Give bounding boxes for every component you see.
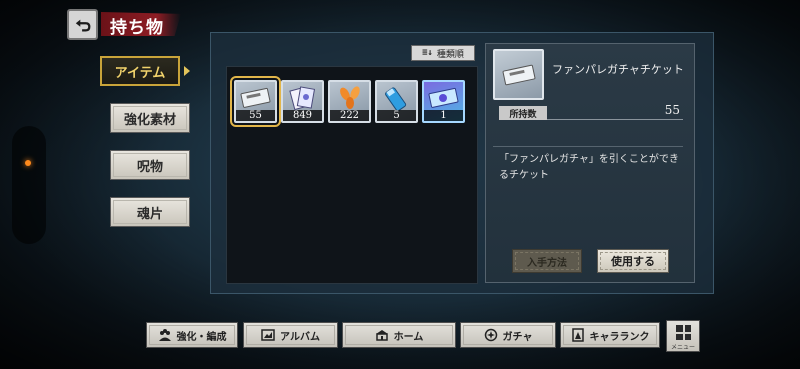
nav-label: キャラランク bbox=[589, 331, 650, 343]
item-count: 849 bbox=[283, 110, 322, 121]
nav-label: 強化・編成 bbox=[176, 331, 227, 343]
active-tab-arrow-icon bbox=[184, 66, 190, 76]
menu-button[interactable]: メニュー bbox=[666, 320, 700, 352]
nav-label: アルバム bbox=[280, 331, 320, 343]
back-button[interactable] bbox=[67, 9, 98, 40]
sort-label: 種類順 bbox=[436, 49, 464, 60]
ticket-icon bbox=[502, 64, 536, 86]
tab-soul-fragments[interactable]: 魂片 bbox=[110, 197, 190, 227]
detail-item-image bbox=[493, 49, 544, 100]
notification-dot bbox=[25, 160, 31, 166]
sort-button[interactable]: ≡↓ 種類順 bbox=[411, 45, 475, 61]
detail-item-name: ファンパレガチャチケット bbox=[552, 63, 684, 76]
item-slot[interactable]: 55 bbox=[230, 76, 281, 127]
owned-label: 所持数 bbox=[499, 106, 547, 120]
description-line: 「ファンパレガチャ」を引くことができ bbox=[499, 154, 679, 165]
item-count: 1 bbox=[424, 110, 463, 121]
side-handle[interactable] bbox=[12, 126, 46, 244]
potion-icon bbox=[385, 87, 407, 111]
nav-gacha[interactable]: ガチャ bbox=[460, 322, 556, 348]
nav-character-rank[interactable]: キャラランク bbox=[560, 322, 660, 348]
tab-cursed-objects[interactable]: 呪物 bbox=[110, 150, 190, 180]
back-arrow-icon bbox=[75, 19, 90, 32]
item-slot[interactable]: 849 bbox=[281, 80, 324, 123]
nav-label: ガチャ bbox=[502, 331, 533, 343]
obtain-method-button[interactable]: 入手方法 bbox=[512, 249, 582, 273]
album-icon bbox=[261, 328, 275, 342]
menu-label: メニュー bbox=[670, 344, 695, 351]
item-slot[interactable]: 5 bbox=[375, 80, 418, 123]
sort-icon: ≡↓ bbox=[422, 48, 433, 58]
item-slot[interactable]: 1 bbox=[422, 80, 465, 123]
team-icon bbox=[158, 328, 172, 342]
detail-divider bbox=[493, 146, 683, 147]
nav-album[interactable]: アルバム bbox=[243, 322, 338, 348]
item-slot[interactable]: 222 bbox=[328, 80, 371, 123]
use-button[interactable]: 使用する bbox=[597, 249, 669, 273]
nav-home[interactable]: ホーム bbox=[342, 322, 456, 348]
nav-label: ホーム bbox=[393, 331, 424, 343]
nav-enhance-formation[interactable]: 強化・編成 bbox=[146, 322, 238, 348]
item-count: 55 bbox=[236, 110, 275, 121]
menu-grid-icon bbox=[676, 325, 691, 340]
page-title: 持ち物 bbox=[110, 18, 164, 38]
owned-value: 55 bbox=[664, 103, 680, 117]
petals-icon bbox=[340, 86, 360, 109]
rare-ticket-icon bbox=[428, 87, 459, 108]
character-rank-icon bbox=[571, 328, 585, 342]
item-count: 222 bbox=[330, 110, 369, 121]
ticket-icon bbox=[240, 87, 271, 108]
tab-enhance-materials[interactable]: 強化素材 bbox=[110, 103, 190, 133]
item-count: 5 bbox=[377, 110, 416, 121]
home-icon bbox=[375, 328, 389, 342]
tab-items[interactable]: アイテム bbox=[100, 56, 180, 86]
owned-divider bbox=[547, 119, 683, 120]
item-description: 「ファンパレガチャ」を引くことができ るチケット bbox=[499, 152, 683, 184]
description-line: るチケット bbox=[499, 170, 549, 181]
gacha-icon bbox=[484, 328, 498, 342]
cards-icon bbox=[289, 86, 316, 111]
